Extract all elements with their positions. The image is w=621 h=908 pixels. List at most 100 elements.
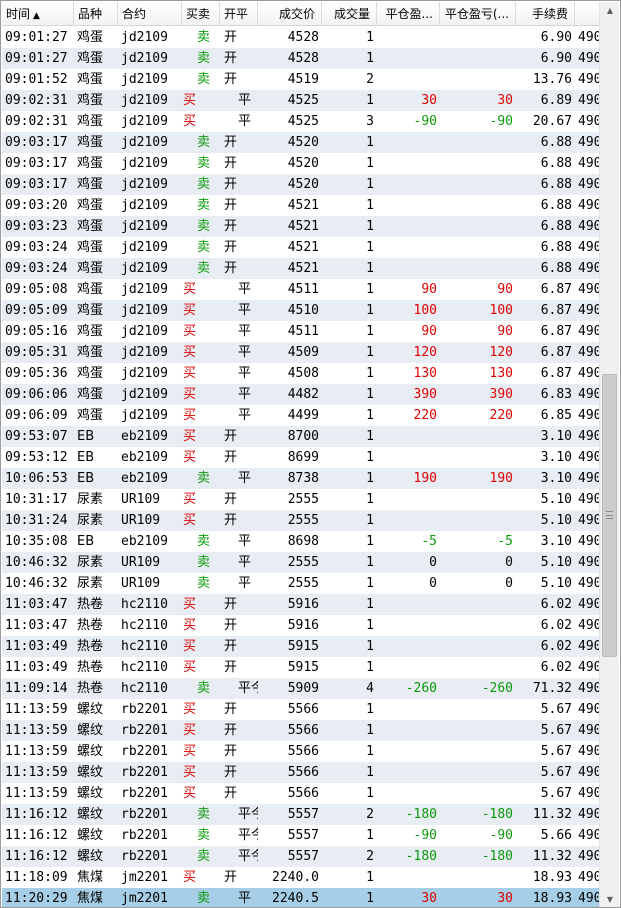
column-header-close-pnl-2[interactable]: 平仓盈亏(... — [440, 2, 516, 26]
table-row[interactable]: 09:03:17 鸡蛋 jd2109 卖开 4520 1 6.88 490 — [2, 132, 600, 153]
cell-close-pnl-2 — [440, 216, 516, 237]
cell-fee: 6.83 — [540, 387, 572, 402]
table-row[interactable]: 09:53:12 EB eb2109 买 开 8699 1 3.10 490 — [2, 447, 600, 468]
scrollbar-grip-icon — [606, 511, 613, 519]
cell-quantity: 1 — [366, 387, 374, 402]
column-header-contract[interactable]: 合约 — [118, 2, 182, 26]
cell-close-pnl: 30 — [421, 891, 437, 906]
cell-quantity: 1 — [366, 93, 374, 108]
cell-contract: jd2109 — [121, 387, 168, 402]
table-row[interactable]: 09:01:27 鸡蛋 jd2109 卖开 4528 1 6.90 490 — [2, 48, 600, 69]
table-row[interactable]: 09:03:17 鸡蛋 jd2109 卖开 4520 1 6.88 490 — [2, 153, 600, 174]
cell-contract: jm2201 — [121, 891, 168, 906]
cell-product: 螺纹 — [77, 744, 104, 759]
cell-time: 09:05:09 — [5, 303, 68, 318]
table-row[interactable]: 11:03:49 热卷 hc2110 买 开 5915 1 6.02 490 — [2, 657, 600, 678]
cell-contract: jd2109 — [121, 135, 168, 150]
table-row[interactable]: 10:35:08 EB eb2109 卖 平 8698 1 -5 -5 3.10 490 — [2, 531, 600, 552]
cell-close-pnl — [377, 69, 440, 90]
column-header-extra[interactable] — [575, 2, 600, 26]
table-row[interactable]: 11:13:59 螺纹 rb2201 买 开 5566 1 5.67 490 — [2, 699, 600, 720]
table-row[interactable]: 09:03:24 鸡蛋 jd2109 卖开 4521 1 6.88 490 — [2, 237, 600, 258]
scrollbar-thumb[interactable] — [602, 374, 617, 657]
cell-open-close: 开 — [224, 660, 238, 675]
table-row[interactable]: 10:31:24 尿素 UR109 买 开 2555 1 5.10 490 — [2, 510, 600, 531]
table-row[interactable]: 09:03:20 鸡蛋 jd2109 卖开 4521 1 6.88 490 — [2, 195, 600, 216]
cell-price: 5566 — [287, 786, 319, 801]
table-row[interactable]: 09:05:31 鸡蛋 jd2109 买 平 4509 1 120 120 6.87 490 — [2, 342, 600, 363]
scroll-up-arrow-icon[interactable]: ▲ — [600, 2, 620, 19]
cell-open-close: 开 — [224, 198, 238, 213]
table-row[interactable]: 11:18:09 焦煤 jm2201 买 开 2240.0 1 18.93 490 — [2, 867, 600, 888]
cell-close-pnl — [377, 447, 440, 468]
cell-side: 卖 — [197, 219, 211, 234]
table-row[interactable]: 09:01:52 鸡蛋 jd2109 卖开 4519 2 13.76 490 — [2, 69, 600, 90]
table-row[interactable]: 11:03:49 热卷 hc2110 买 开 5915 1 6.02 490 — [2, 636, 600, 657]
table-row[interactable]: 10:46:32 尿素 UR109 卖 平 2555 1 0 0 5.10 490 — [2, 552, 600, 573]
column-header-open-close[interactable]: 开平 — [220, 2, 258, 26]
cell-open-close: 开 — [224, 513, 238, 528]
column-header-quantity[interactable]: 成交量 — [322, 2, 377, 26]
table-row[interactable]: 09:03:23 鸡蛋 jd2109 卖开 4521 1 6.88 490 — [2, 216, 600, 237]
table-row[interactable]: 09:06:06 鸡蛋 jd2109 买 平 4482 1 390 390 6.83 490 — [2, 384, 600, 405]
cell-time: 11:03:47 — [5, 618, 68, 633]
cell-close-pnl — [377, 657, 440, 678]
table-row[interactable]: 09:53:07 EB eb2109 买 开 8700 1 3.10 490 — [2, 426, 600, 447]
cell-open-close: 开 — [224, 240, 238, 255]
column-header-fee[interactable]: 手续费 — [516, 2, 575, 26]
cell-open-close: 平今 — [238, 681, 258, 696]
cell-price: 8700 — [287, 429, 319, 444]
table-row[interactable]: 11:13:59 螺纹 rb2201 买 开 5566 1 5.67 490 — [2, 720, 600, 741]
column-header-time[interactable]: 时间 ▲ — [2, 2, 74, 26]
table-row[interactable]: 09:02:31 鸡蛋 jd2109 买 平 4525 1 30 30 6.89 490 — [2, 90, 600, 111]
table-row[interactable]: 11:16:12 螺纹 rb2201 卖 平今 5557 2 -180 -180 11.32 490 — [2, 846, 600, 867]
cell-extra: 490 — [578, 345, 600, 360]
scroll-down-arrow-icon[interactable]: ▼ — [600, 891, 620, 907]
cell-product: 鸡蛋 — [77, 282, 104, 297]
grid-body: 09:01:27 鸡蛋 jd2109 卖开 4528 1 6.90 490 09:01:27 鸡蛋… — [2, 27, 600, 907]
cell-side: 买 — [183, 723, 197, 738]
cell-extra: 490 — [578, 639, 600, 654]
cell-time: 09:53:07 — [5, 429, 68, 444]
table-row[interactable]: 09:06:09 鸡蛋 jd2109 买 平 4499 1 220 220 6.85 490 — [2, 405, 600, 426]
vertical-scrollbar[interactable]: ▲ ▼ — [599, 2, 620, 907]
table-row[interactable]: 11:03:47 热卷 hc2110 买 开 5916 1 6.02 490 — [2, 594, 600, 615]
table-row[interactable]: 10:06:53 EB eb2109 卖 平 8738 1 190 190 3.10 490 — [2, 468, 600, 489]
column-header-close-pnl[interactable]: 平仓盈... — [377, 2, 440, 26]
cell-close-pnl — [377, 489, 440, 510]
grid-header: 时间 ▲ 品种 合约 买卖 开平 成交价 成交量 平仓盈... 平仓盈亏(... … — [2, 2, 600, 26]
cell-product: 热卷 — [77, 597, 104, 612]
cell-contract: jd2109 — [121, 240, 168, 255]
table-row[interactable]: 09:05:08 鸡蛋 jd2109 买 平 4511 1 90 90 6.87 490 — [2, 279, 600, 300]
table-row[interactable]: 09:01:27 鸡蛋 jd2109 卖开 4528 1 6.90 490 — [2, 27, 600, 48]
table-row[interactable]: 09:05:36 鸡蛋 jd2109 买 平 4508 1 130 130 6.87 490 — [2, 363, 600, 384]
cell-time: 11:20:29 — [5, 891, 68, 906]
column-header-side[interactable]: 买卖 — [182, 2, 220, 26]
table-row[interactable]: 11:09:14 热卷 hc2110 卖 平今 5909 4 -260 -260 71.32 490 — [2, 678, 600, 699]
table-row[interactable]: 11:03:47 热卷 hc2110 买 开 5916 1 6.02 490 — [2, 615, 600, 636]
cell-product: 螺纹 — [77, 828, 104, 843]
column-header-product[interactable]: 品种 — [74, 2, 118, 26]
table-row[interactable]: 11:20:29 焦煤 jm2201 卖 平 2240.5 1 30 30 18.93 490 — [2, 888, 600, 907]
cell-open-close: 开 — [224, 744, 238, 759]
table-row[interactable]: 09:05:09 鸡蛋 jd2109 买 平 4510 1 100 100 6.87 490 — [2, 300, 600, 321]
table-row[interactable]: 11:16:12 螺纹 rb2201 卖 平今 5557 1 -90 -90 5.66 490 — [2, 825, 600, 846]
cell-price: 4499 — [287, 408, 319, 423]
table-row[interactable]: 09:05:16 鸡蛋 jd2109 买 平 4511 1 90 90 6.87 490 — [2, 321, 600, 342]
table-row[interactable]: 09:02:31 鸡蛋 jd2109 买 平 4525 3 -90 -90 20.67 490 — [2, 111, 600, 132]
cell-close-pnl-2 — [440, 447, 516, 468]
cell-quantity: 2 — [366, 72, 374, 87]
cell-product: 螺纹 — [77, 702, 104, 717]
table-row[interactable]: 09:03:17 鸡蛋 jd2109 卖开 4520 1 6.88 490 — [2, 174, 600, 195]
table-row[interactable]: 11:13:59 螺纹 rb2201 买 开 5566 1 5.67 490 — [2, 741, 600, 762]
table-row[interactable]: 10:46:32 尿素 UR109 卖 平 2555 1 0 0 5.10 490 — [2, 573, 600, 594]
table-row[interactable]: 10:31:17 尿素 UR109 买 开 2555 1 5.10 490 — [2, 489, 600, 510]
column-header-price[interactable]: 成交价 — [258, 2, 322, 26]
cell-close-pnl-2 — [440, 195, 516, 216]
table-row[interactable]: 11:13:59 螺纹 rb2201 买 开 5566 1 5.67 490 — [2, 762, 600, 783]
cell-contract: UR109 — [121, 555, 161, 570]
cell-side: 买 — [183, 597, 197, 612]
table-row[interactable]: 09:03:24 鸡蛋 jd2109 卖开 4521 1 6.88 490 — [2, 258, 600, 279]
table-row[interactable]: 11:16:12 螺纹 rb2201 卖 平今 5557 2 -180 -180 11.32 490 — [2, 804, 600, 825]
table-row[interactable]: 11:13:59 螺纹 rb2201 买 开 5566 1 5.67 490 — [2, 783, 600, 804]
